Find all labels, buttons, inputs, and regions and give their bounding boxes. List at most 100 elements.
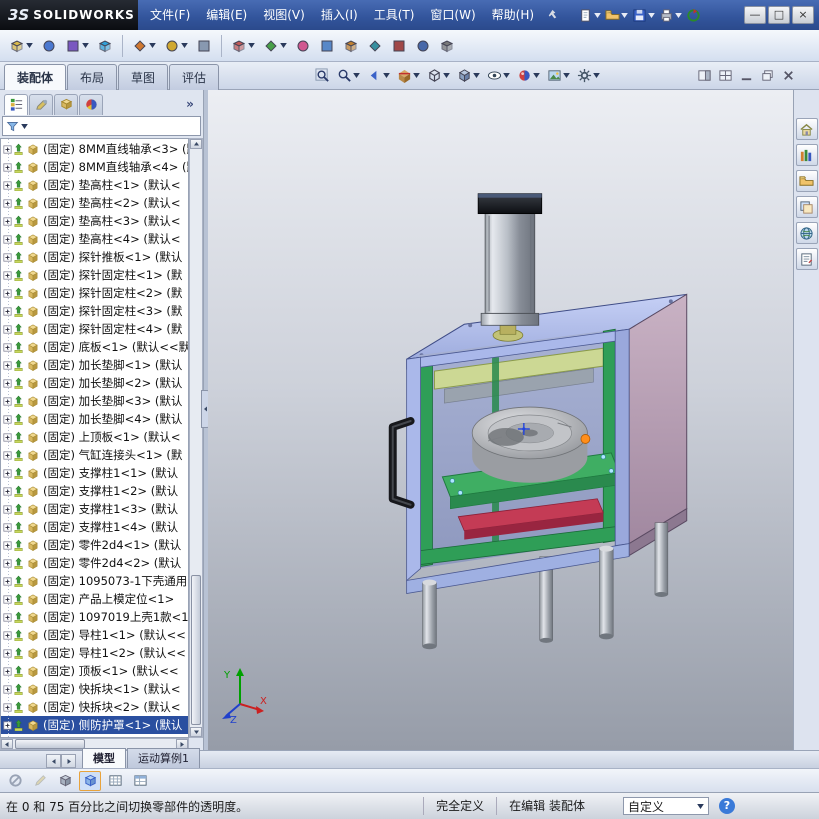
previous-view-button[interactable]: [365, 67, 392, 84]
assembly-features-button[interactable]: [228, 35, 258, 57]
tree-item[interactable]: (固定) 加长垫脚<4> (默认: [1, 410, 188, 428]
model-product[interactable]: [471, 406, 588, 483]
rotate-component-button[interactable]: [161, 35, 191, 57]
expand-icon[interactable]: [3, 414, 13, 424]
expand-icon[interactable]: [3, 468, 13, 478]
tab-2[interactable]: 草图: [118, 63, 169, 90]
section-view-button[interactable]: [395, 67, 422, 84]
expand-icon[interactable]: [3, 450, 13, 460]
split-view-button[interactable]: [716, 68, 734, 84]
isolate-button[interactable]: [4, 771, 26, 791]
tree-item[interactable]: (固定) 底板<1> (默认<<默: [1, 338, 188, 356]
insert-components-button[interactable]: [6, 35, 36, 57]
tree-item[interactable]: (固定) 探针固定柱<4> (默: [1, 320, 188, 338]
close-button[interactable]: ×: [792, 6, 814, 24]
tree-item[interactable]: (固定) 加长垫脚<2> (默认: [1, 374, 188, 392]
chevron-down-icon[interactable]: [563, 73, 570, 78]
explode-line-sketch-button[interactable]: [364, 35, 386, 57]
study-tab-0[interactable]: 模型: [82, 748, 126, 768]
configuration-manager-tab[interactable]: [54, 93, 78, 115]
assembly-model[interactable]: [208, 90, 793, 750]
expand-icon[interactable]: [3, 504, 13, 514]
chevron-down-icon[interactable]: [675, 12, 682, 18]
chevron-down-icon[interactable]: [593, 73, 600, 78]
tree-item[interactable]: (固定) 1095073-1下壳通用: [1, 572, 188, 590]
expand-icon[interactable]: [3, 378, 13, 388]
tree-item[interactable]: (固定) 8MM直线轴承<4> (默: [1, 158, 188, 176]
tree-item[interactable]: (固定) 导柱1<2> (默认<<: [1, 644, 188, 662]
tree-item[interactable]: (固定) 快拆块<1> (默认<: [1, 680, 188, 698]
chevron-down-icon[interactable]: [353, 73, 360, 78]
chevron-down-icon[interactable]: [594, 12, 601, 18]
new-motion-study-button[interactable]: [292, 35, 314, 57]
chevron-down-icon[interactable]: [149, 43, 156, 48]
expand-icon[interactable]: [3, 684, 13, 694]
new-document-button[interactable]: [577, 7, 602, 24]
expand-icon[interactable]: [3, 594, 13, 604]
expand-icon[interactable]: [3, 162, 13, 172]
reference-geometry-button[interactable]: [260, 35, 290, 57]
chevron-down-icon[interactable]: [82, 43, 89, 48]
expand-icon[interactable]: [3, 648, 13, 658]
expand-icon[interactable]: [3, 558, 13, 568]
assembly-transparency-button[interactable]: [79, 770, 101, 791]
simulation-grid-button[interactable]: [104, 771, 126, 791]
minimize-pane-button[interactable]: [737, 68, 755, 84]
expand-icon[interactable]: [3, 576, 13, 586]
tree-item[interactable]: (固定) 支撑柱1<2> (默认: [1, 482, 188, 500]
solidworks-resources-button[interactable]: [795, 118, 818, 140]
change-transparency-button[interactable]: [54, 771, 76, 791]
expand-icon[interactable]: [3, 324, 13, 334]
measure-button[interactable]: [412, 35, 434, 57]
model-interior[interactable]: [418, 328, 620, 643]
tree-item[interactable]: (固定) 8MM直线轴承<3> (默: [1, 140, 188, 158]
edit-appearance-button[interactable]: [515, 67, 542, 84]
expand-icon[interactable]: [3, 486, 13, 496]
expand-icon[interactable]: [3, 342, 13, 352]
pin-icon[interactable]: [542, 5, 562, 25]
move-component-button[interactable]: [129, 35, 159, 57]
view-orientation-button[interactable]: [425, 67, 452, 84]
expand-icon[interactable]: [3, 612, 13, 622]
tree-item[interactable]: (固定) 顶板<1> (默认<<: [1, 662, 188, 680]
expand-icon[interactable]: [3, 180, 13, 190]
mate-button[interactable]: [38, 35, 60, 57]
chevron-down-icon[interactable]: [648, 12, 655, 18]
expand-icon[interactable]: [3, 144, 13, 154]
menu-item-3[interactable]: 插入(I): [313, 0, 366, 30]
apply-scene-button[interactable]: [545, 67, 572, 84]
tree-item[interactable]: (固定) 垫高柱<2> (默认<: [1, 194, 188, 212]
menu-item-6[interactable]: 帮助(H): [484, 0, 542, 30]
tree-item[interactable]: (固定) 探针固定柱<2> (默: [1, 284, 188, 302]
tree-item[interactable]: (固定) 支撑柱1<3> (默认: [1, 500, 188, 518]
expand-icon[interactable]: [3, 522, 13, 532]
rebuild-button[interactable]: [685, 7, 702, 24]
chevron-down-icon[interactable]: [21, 123, 28, 129]
chevron-down-icon[interactable]: [413, 73, 420, 78]
edit-component-button[interactable]: [29, 771, 51, 791]
expand-icon[interactable]: [3, 432, 13, 442]
tree-item[interactable]: (固定) 零件2d4<2> (默认: [1, 554, 188, 572]
component-filter[interactable]: [2, 116, 201, 136]
tree-item[interactable]: (固定) 探针推板<1> (默认: [1, 248, 188, 266]
chevron-down-icon[interactable]: [533, 73, 540, 78]
panel-overflow-button[interactable]: »: [181, 97, 199, 111]
chevron-down-icon[interactable]: [181, 43, 188, 48]
expand-icon[interactable]: [3, 630, 13, 640]
expand-icon[interactable]: [3, 198, 13, 208]
exploded-view-button[interactable]: [340, 35, 362, 57]
tree-item[interactable]: (固定) 垫高柱<1> (默认<: [1, 176, 188, 194]
maximize-button[interactable]: □: [768, 6, 790, 24]
tree-item[interactable]: (固定) 上顶板<1> (默认<: [1, 428, 188, 446]
chevron-down-icon[interactable]: [473, 73, 480, 78]
tree-item[interactable]: (固定) 侧防护罩<1> (默认: [1, 716, 188, 734]
tree-filter-input[interactable]: [30, 118, 197, 134]
file-explorer-button[interactable]: [795, 170, 818, 192]
tab-3[interactable]: 评估: [169, 63, 220, 90]
tree-item[interactable]: (固定) 导柱1<1> (默认<<: [1, 626, 188, 644]
study-tab-1[interactable]: 运动算例1: [127, 748, 200, 768]
tree-item[interactable]: (固定) 1097019上壳1款<1: [1, 608, 188, 626]
custom-properties-button[interactable]: [795, 248, 818, 270]
save-button[interactable]: [631, 7, 656, 24]
chevron-down-icon[interactable]: [26, 43, 33, 48]
